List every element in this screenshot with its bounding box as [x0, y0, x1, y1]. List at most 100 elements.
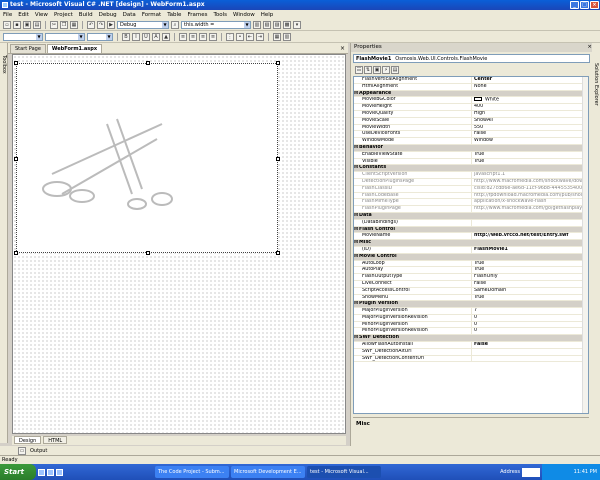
open-icon[interactable]: ▪ — [13, 20, 21, 29]
property-value[interactable]: SameDomain — [472, 288, 588, 294]
property-category[interactable]: ⊟ Movie Control — [354, 253, 588, 261]
property-value[interactable]: FlashOnly — [472, 274, 588, 280]
block-format-select[interactable]: ▼ — [3, 32, 43, 41]
close-button[interactable]: × — [590, 1, 599, 9]
property-row[interactable]: HtmlAlignment None — [354, 83, 588, 91]
property-value[interactable]: False — [472, 342, 588, 348]
property-value[interactable]: High — [472, 111, 588, 117]
properties-icon[interactable]: ▧ — [263, 20, 271, 29]
property-row[interactable]: WindowMode Window — [354, 138, 588, 145]
class-view-icon[interactable]: ▩ — [283, 20, 291, 29]
find-in-files-icon[interactable]: ⌕ — [171, 20, 179, 29]
start-button[interactable]: Start — [0, 464, 36, 480]
italic-icon[interactable]: I — [132, 32, 140, 41]
resize-handle[interactable] — [14, 61, 18, 65]
justify-icon[interactable]: ≡ — [209, 32, 217, 41]
font-size-select[interactable]: ▼ — [87, 32, 113, 41]
output-tab[interactable]: Output — [30, 448, 47, 454]
property-row[interactable]: FlashClassID clsid:d27cdb6e-ae6d-11cf-96b… — [354, 185, 588, 193]
task-dev-environment[interactable]: Microsoft Development E... — [231, 466, 305, 478]
property-category[interactable]: ⊟ Misc — [354, 240, 588, 247]
property-value[interactable]: True — [472, 267, 588, 273]
property-row[interactable]: FlashPluginPage http://www.macromedia.com… — [354, 206, 588, 213]
tab-design[interactable]: Design — [14, 436, 42, 444]
cut-icon[interactable]: ✂ — [50, 20, 58, 29]
property-row[interactable]: Visible True — [354, 158, 588, 166]
resize-handle[interactable] — [14, 157, 18, 161]
property-category[interactable]: ⊟ SWF Detection — [354, 335, 588, 343]
solution-explorer-strip[interactable]: Solution Explorer — [592, 43, 600, 446]
resize-handle[interactable] — [146, 251, 150, 255]
tab-html[interactable]: HTML — [43, 436, 68, 444]
flash-movie-control[interactable] — [14, 61, 280, 255]
property-value[interactable]: Window — [472, 138, 588, 144]
tab-webform1[interactable]: WebForm1.aspx — [46, 44, 103, 53]
undo-icon[interactable]: ↶ — [87, 20, 95, 29]
toolbox-strip[interactable]: Toolbox — [0, 43, 8, 443]
grid-icon[interactable]: ▥ — [283, 32, 291, 41]
property-row[interactable]: SWF_DetectionContentUrl — [354, 355, 588, 363]
property-value[interactable]: True — [472, 152, 588, 158]
resize-handle[interactable] — [276, 251, 280, 255]
property-value[interactable]: 400 — [472, 104, 588, 110]
property-row[interactable]: MinorPluginVersionRevision 0 — [354, 328, 588, 336]
highlight-icon[interactable]: ▲ — [162, 32, 170, 41]
numbered-list-icon[interactable]: ⋮ — [226, 32, 234, 41]
property-category[interactable]: ⊟ Flash Control — [354, 226, 588, 234]
tab-start-page[interactable]: Start Page — [10, 44, 46, 53]
resize-handle[interactable] — [146, 61, 150, 65]
property-value[interactable] — [472, 349, 588, 355]
menu-window[interactable]: Window — [233, 12, 255, 18]
properties-view-icon[interactable]: ▣ — [373, 66, 381, 74]
resize-handle[interactable] — [276, 61, 280, 65]
bold-icon[interactable]: B — [122, 32, 130, 41]
property-value[interactable]: javascript1.1 — [472, 172, 588, 178]
align-right-icon[interactable]: ≡ — [199, 32, 207, 41]
output-icon[interactable]: ▭ — [18, 446, 26, 455]
address-input[interactable] — [522, 467, 540, 477]
solution-explorer-icon[interactable]: ▥ — [253, 20, 261, 29]
toolbox-icon[interactable]: ▨ — [273, 20, 281, 29]
property-value[interactable]: FlashMovie1 — [472, 247, 588, 253]
property-row[interactable]: UseDeviceFonts False — [354, 131, 588, 139]
minimize-button[interactable]: _ — [570, 1, 579, 9]
bulleted-list-icon[interactable]: • — [236, 32, 244, 41]
outdent-icon[interactable]: ⇤ — [246, 32, 254, 41]
menu-edit[interactable]: Edit — [18, 12, 29, 18]
property-value[interactable]: False — [472, 131, 588, 137]
property-value[interactable]: False — [472, 281, 588, 287]
property-row[interactable]: (DataBindings) — [354, 219, 588, 227]
property-row[interactable]: FlashCodeBase http://fpdownload.macromedi… — [354, 192, 588, 200]
property-row[interactable]: MovieName http://web.vrcco.net/test/Entry… — [354, 233, 588, 241]
property-row[interactable]: ShowMenu True — [354, 294, 588, 302]
task-code-project[interactable]: The Code Project - Subm... — [155, 466, 229, 478]
property-row[interactable]: DetectionPluginsPage http://www.macromedi… — [354, 178, 588, 186]
underline-icon[interactable]: U — [142, 32, 150, 41]
property-row[interactable]: FlashOutputType FlashOnly — [354, 274, 588, 281]
property-value[interactable]: White — [472, 97, 588, 103]
property-pages-icon[interactable]: ▤ — [391, 66, 399, 74]
property-row[interactable]: MovieScale ShowAll — [354, 117, 588, 125]
solution-config-select[interactable]: Debug ▼ — [117, 20, 169, 29]
property-value[interactable]: True — [472, 295, 588, 301]
property-value[interactable]: None — [472, 84, 588, 90]
property-row[interactable]: MovieHeight 400 — [354, 104, 588, 111]
property-value[interactable]: 550 — [472, 125, 588, 131]
alphabetical-icon[interactable]: ⇅ — [364, 66, 372, 74]
menu-project[interactable]: Project — [54, 12, 73, 18]
property-value[interactable]: clsid:d27cdb6e-ae6d-11cf-96b8-4445535400… — [472, 186, 588, 192]
resize-handle[interactable] — [276, 157, 280, 161]
toolbox-label[interactable]: Toolbox — [1, 55, 7, 74]
property-category[interactable]: ⊟ Data — [354, 212, 588, 220]
font-color-icon[interactable]: A — [152, 32, 160, 41]
property-category[interactable]: ⊟ Plugin Version — [354, 301, 588, 309]
property-row[interactable]: SWF_DetectionAltUrl — [354, 348, 588, 356]
menu-frames[interactable]: Frames — [187, 12, 207, 18]
menu-data[interactable]: Data — [123, 12, 136, 18]
property-row[interactable]: AutoLoop True — [354, 260, 588, 268]
events-icon[interactable]: ⚡ — [382, 66, 390, 74]
menu-file[interactable]: File — [3, 12, 12, 18]
save-all-icon[interactable]: ▤ — [33, 20, 41, 29]
property-row[interactable]: EnableViewState True — [354, 151, 588, 159]
maximize-button[interactable]: □ — [580, 1, 589, 9]
